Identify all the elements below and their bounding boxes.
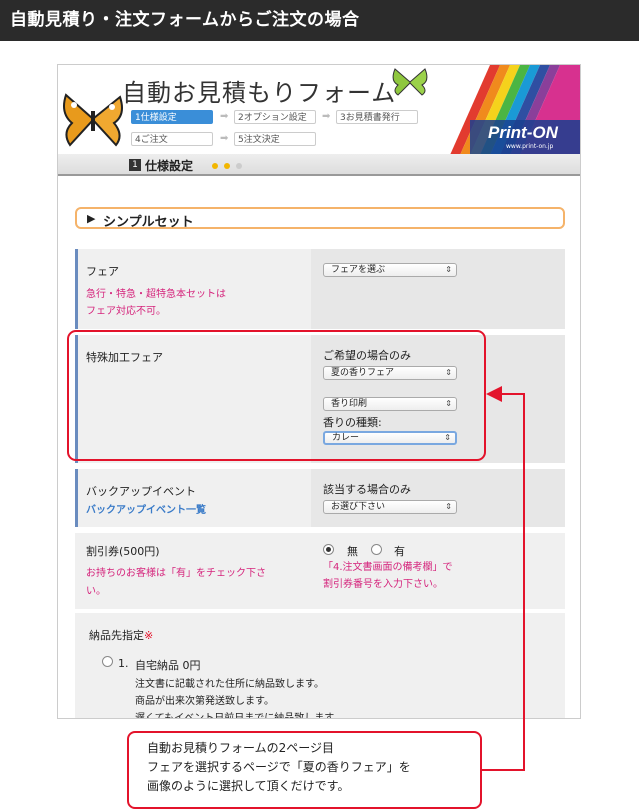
step-arrow-icon: ➡ (220, 111, 229, 122)
callout-line-1: 自動お見積りフォームの2ページ目 (147, 741, 335, 755)
coupon-note-1: お持ちのお客様は「有」をチェック下さ (86, 568, 266, 579)
delivery-row: 納品先指定※ 1. 自宅納品 0円 注文書に記載された住所に納品致します。 商品… (75, 613, 565, 719)
triangle-right-icon: ▶ (87, 212, 96, 225)
fair-control-cell: フェアを選ぶ ⇕ (311, 249, 565, 329)
progress-dot (224, 163, 230, 169)
step-arrow-icon: ➡ (220, 133, 229, 144)
highlight-box (67, 330, 486, 461)
coupon-hint-2: 割引券番号を入力下さい。 (323, 579, 443, 590)
backup-control-cell: 該当する場合のみ お選び下さい ⇕ (311, 469, 565, 527)
simple-set-header[interactable]: ▶ シンプルセット (75, 207, 565, 230)
delivery-home-radio[interactable] (102, 656, 113, 667)
delivery-option-number: 1. (118, 657, 129, 670)
callout-line-2: フェアを選択するページで「夏の香りフェア」を (147, 760, 411, 774)
step-confirm: 5注文決定 (234, 132, 316, 146)
step-arrow-icon: ➡ (322, 111, 331, 122)
backup-hint: 該当する場合のみ (323, 483, 411, 496)
butterfly-small-icon (392, 68, 428, 96)
form-title: 自動お見積もりフォーム (122, 79, 397, 107)
delivery-option-label: 自宅納品 0円 (135, 659, 201, 672)
section-bar: 1 仕様設定 (58, 154, 580, 176)
fair-note-2: フェア対応不可。 (86, 306, 166, 317)
callout-note: 自動お見積りフォームの2ページ目 フェアを選択するページで「夏の香りフェア」を … (127, 731, 482, 809)
progress-dot (236, 163, 242, 169)
backup-select[interactable]: お選び下さい ⇕ (323, 500, 457, 514)
simple-set-label: シンプルセット (103, 215, 194, 230)
coupon-yes-label: 有 (394, 545, 405, 558)
backup-link[interactable]: バックアップイベント一覧 (86, 501, 206, 516)
arrow-left-icon (486, 386, 502, 402)
step-spec: 1仕様設定 (131, 110, 213, 124)
fair-row: フェアを選ぶ ⇕ フェア 急行・特急・超特急本セットは フェア対応不可。 (75, 249, 565, 329)
select-caret-icon: ⇕ (445, 502, 452, 511)
step-option: 2オプション設定 (234, 110, 316, 124)
banner-title: 自動見積り・注文フォームからご注文の場合 (0, 0, 639, 41)
backup-select-value: お選び下さい (331, 502, 386, 512)
coupon-row: 無 有 「4.注文書画面の備考欄」で 割引券番号を入力下さい。 割引券(500円… (75, 533, 565, 609)
row-accent (75, 249, 78, 329)
butterfly-icon (63, 93, 123, 147)
fair-label: フェア (86, 265, 119, 278)
connector-horizontal-top (499, 393, 525, 395)
coupon-yes-radio[interactable] (371, 544, 382, 555)
section-title: 仕様設定 (145, 159, 194, 173)
brand-url: www.print-on.jp (506, 143, 554, 150)
fair-select[interactable]: フェアを選ぶ ⇕ (323, 263, 457, 277)
coupon-control-cell: 無 有 「4.注文書画面の備考欄」で 割引券番号を入力下さい。 (311, 533, 565, 609)
fair-select-value: フェアを選ぶ (331, 265, 386, 275)
step-order: 4ご注文 (131, 132, 213, 146)
connector-vertical (523, 393, 525, 771)
form-header: 自動お見積もりフォーム Print-ON www.print-on.jp 1仕様… (58, 65, 580, 155)
delivery-label-text: 納品先指定 (89, 629, 144, 642)
progress-dot (212, 163, 218, 169)
delivery-label: 納品先指定※ (89, 627, 153, 643)
coupon-label: 割引券(500円) (86, 545, 160, 558)
coupon-no-radio[interactable] (323, 544, 334, 555)
delivery-desc-1: 注文書に記載された住所に納品致します。 (135, 679, 324, 690)
coupon-note-2: い。 (86, 586, 106, 597)
connector-horizontal-bottom (482, 769, 525, 771)
backup-row: 該当する場合のみ お選び下さい ⇕ バックアップイベント バックアップイベント一覧 (75, 469, 565, 527)
step-estimate: 3お見積書発行 (336, 110, 418, 124)
delivery-desc-3: 遅くてもイベント日前日までに納品致します。 (135, 713, 344, 719)
coupon-no-label: 無 (347, 545, 358, 558)
select-caret-icon: ⇕ (445, 265, 452, 274)
delivery-desc-2: 商品が出来次第発送致します。 (135, 696, 274, 707)
page: 自動見積り・注文フォームからご注文の場合 自動お見積もりフォーム Print-O… (0, 0, 639, 811)
brand-logo: Print-ON (488, 123, 558, 142)
row-accent (75, 469, 78, 527)
callout-line-3: 画像のように選択して頂くだけです。 (147, 779, 350, 793)
section-number: 1 (129, 159, 141, 171)
required-mark: ※ (144, 629, 154, 642)
backup-label: バックアップイベント (86, 485, 196, 498)
